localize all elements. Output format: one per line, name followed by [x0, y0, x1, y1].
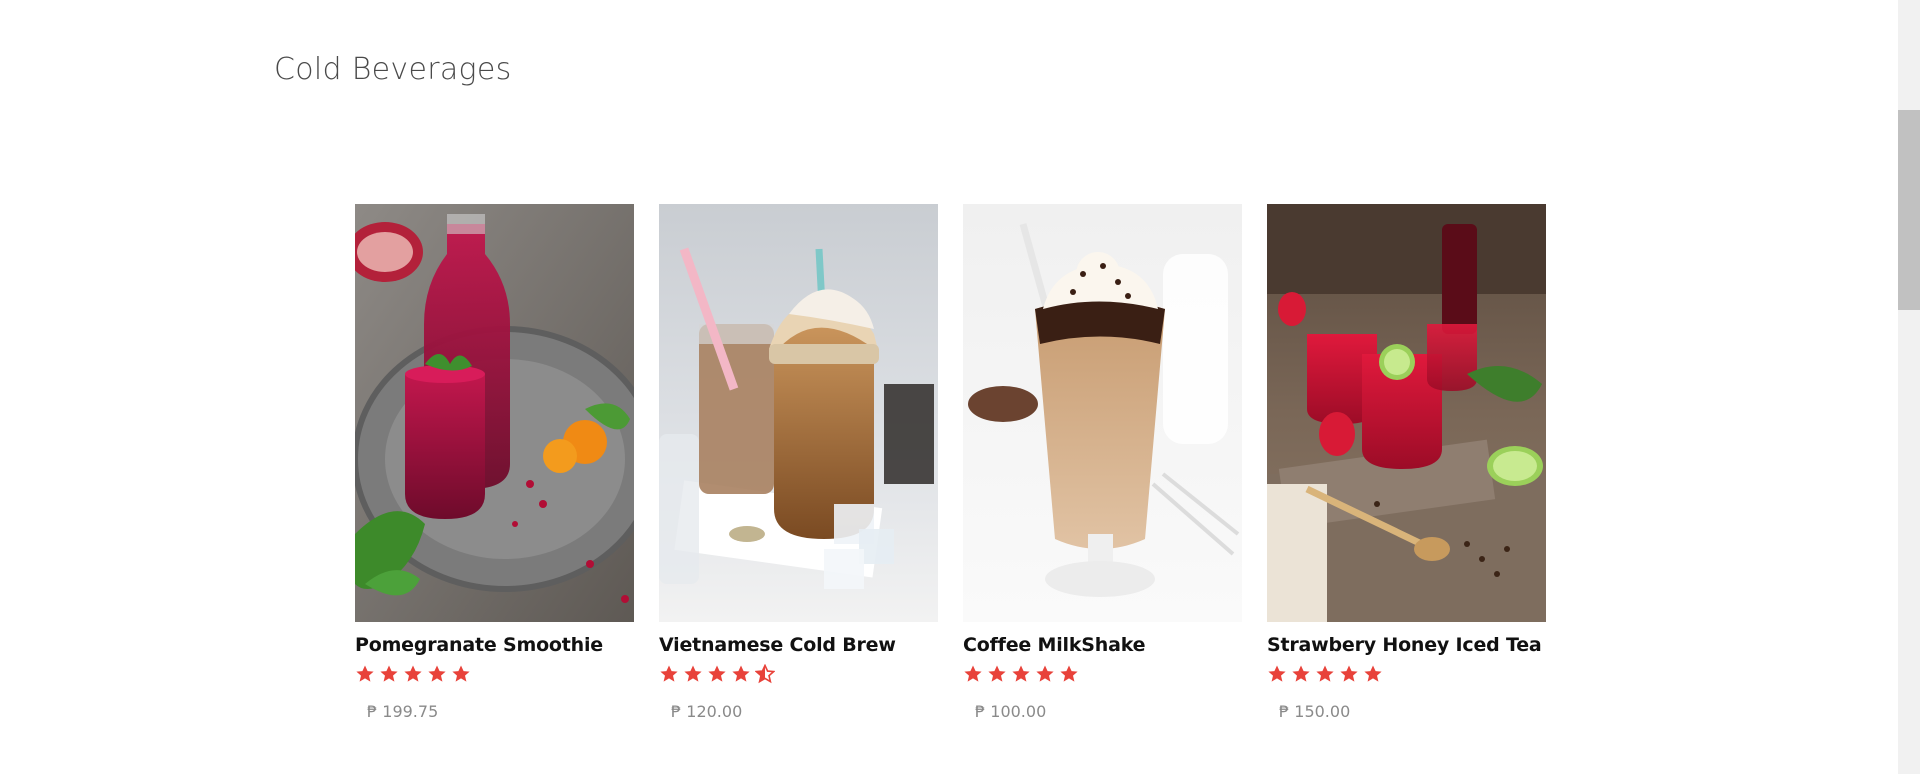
product-name[interactable]: Vietnamese Cold Brew	[659, 634, 938, 656]
product-card[interactable]: Strawbery Honey Iced Tea ₱ 150.00	[1267, 204, 1546, 721]
page: Cold Beverages Pomegranate Smoothie ₱ 19…	[0, 0, 1920, 774]
star-icon	[1036, 665, 1054, 682]
star-icon	[708, 665, 726, 682]
star-icon	[732, 665, 750, 682]
rating-stars	[963, 664, 1242, 684]
product-card[interactable]: Coffee MilkShake ₱ 100.00	[963, 204, 1242, 721]
star-icon	[1268, 665, 1286, 682]
star-icon	[988, 665, 1006, 682]
product-card[interactable]: Vietnamese Cold Brew ₱ 120.00	[659, 204, 938, 721]
scrollbar-thumb[interactable]	[1898, 110, 1920, 310]
vertical-scrollbar[interactable]	[1898, 0, 1920, 774]
star-icon	[964, 665, 982, 682]
rating-stars	[1267, 664, 1546, 684]
product-image-pomegranate-smoothie[interactable]	[355, 204, 634, 622]
product-price: ₱ 199.75	[367, 702, 439, 721]
rating-stars	[355, 664, 634, 684]
star-icon	[660, 665, 678, 682]
star-icon	[1060, 665, 1078, 682]
product-price: ₱ 120.00	[671, 702, 743, 721]
star-icon	[1292, 665, 1310, 682]
star-icon	[428, 665, 446, 682]
product-image-strawberry-honey-iced-tea[interactable]	[1267, 204, 1546, 622]
star-icon	[684, 665, 702, 682]
product-card[interactable]: Pomegranate Smoothie ₱ 199.75	[355, 204, 634, 721]
star-icon	[1364, 665, 1382, 682]
star-icon	[1316, 665, 1334, 682]
product-price: ₱ 100.00	[975, 702, 1047, 721]
section-title: Cold Beverages	[274, 52, 512, 87]
product-grid: Pomegranate Smoothie ₱ 199.75 Vietnamese…	[355, 204, 1546, 721]
product-image-vietnamese-cold-brew[interactable]	[659, 204, 938, 622]
product-image-coffee-milkshake[interactable]	[963, 204, 1242, 622]
star-half-icon	[755, 664, 775, 684]
product-price: ₱ 150.00	[1279, 702, 1351, 721]
star-icon	[380, 665, 398, 682]
star-icon	[356, 665, 374, 682]
star-icon	[1340, 665, 1358, 682]
star-icon	[404, 665, 422, 682]
product-name[interactable]: Strawbery Honey Iced Tea	[1267, 634, 1546, 656]
product-name[interactable]: Pomegranate Smoothie	[355, 634, 634, 656]
star-icon	[452, 665, 470, 682]
star-icon	[1012, 665, 1030, 682]
product-name[interactable]: Coffee MilkShake	[963, 634, 1242, 656]
rating-stars	[659, 664, 938, 684]
